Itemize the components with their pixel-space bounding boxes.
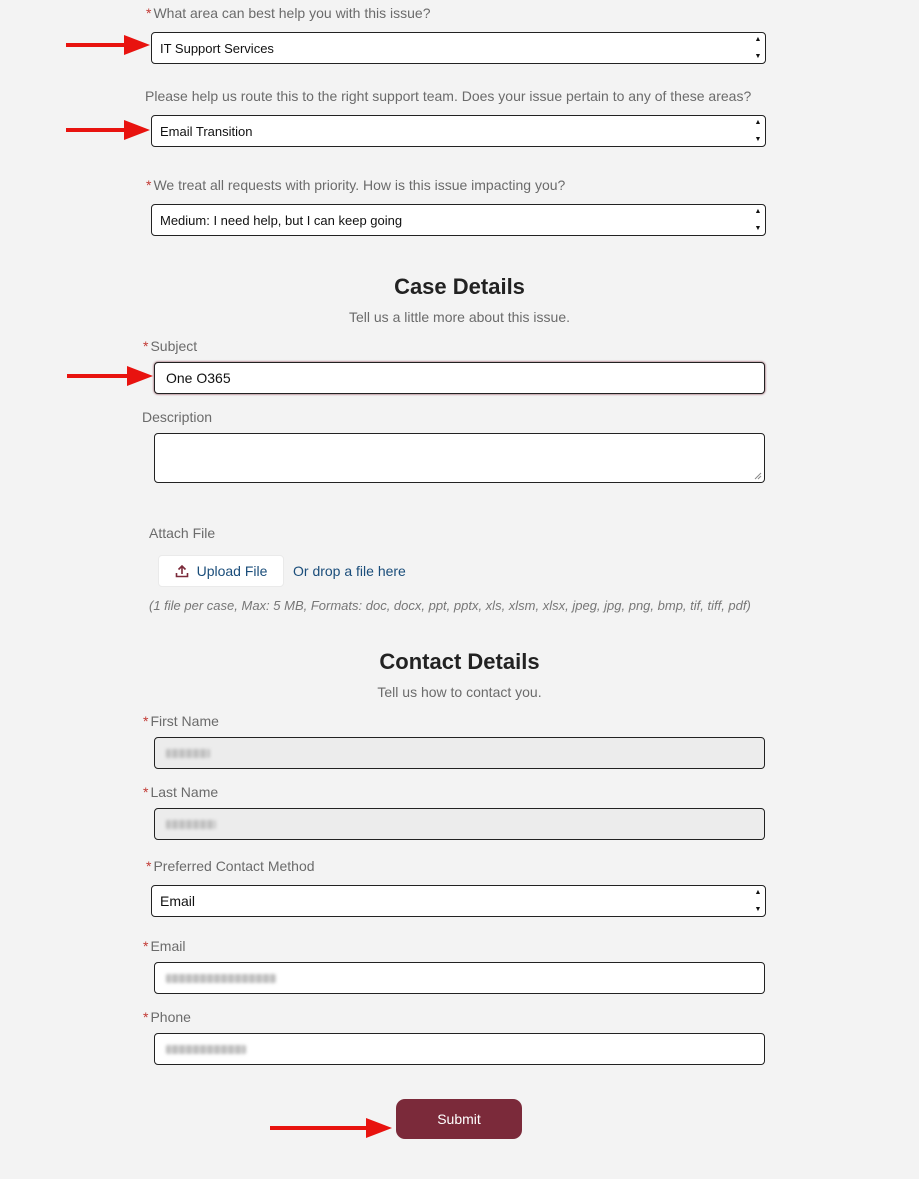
required-mark: * bbox=[146, 858, 152, 874]
annotation-arrow-submit bbox=[270, 1118, 392, 1138]
annotation-arrow-area bbox=[66, 35, 150, 55]
contact-method-select[interactable]: Email ▲ ▼ bbox=[151, 885, 766, 917]
subject-label-text: Subject bbox=[150, 338, 198, 354]
contact-details-heading: Contact Details bbox=[379, 649, 540, 674]
submit-button[interactable]: Submit bbox=[396, 1099, 522, 1139]
phone-label-text: Phone bbox=[150, 1009, 191, 1025]
case-details-subheading: Tell us a little more about this issue. bbox=[349, 309, 570, 325]
required-mark: * bbox=[143, 713, 149, 729]
resize-handle-icon[interactable] bbox=[754, 472, 762, 480]
priority-select[interactable]: Medium: I need help, but I can keep goin… bbox=[151, 204, 766, 236]
select-spinner-icon[interactable]: ▲ ▼ bbox=[754, 36, 762, 60]
area-label: * What area can best help you with this i… bbox=[146, 5, 431, 21]
required-mark: * bbox=[143, 784, 149, 800]
annotation-arrow-route bbox=[66, 120, 150, 140]
subject-input[interactable]: One O365 bbox=[154, 362, 765, 394]
attach-hint: (1 file per case, Max: 5 MB, Formats: do… bbox=[149, 598, 751, 613]
email-label: * Email bbox=[143, 938, 185, 954]
required-mark: * bbox=[143, 338, 149, 354]
area-select-value: IT Support Services bbox=[160, 40, 274, 56]
subject-input-value: One O365 bbox=[166, 370, 231, 386]
select-spinner-icon[interactable]: ▲ ▼ bbox=[754, 119, 762, 143]
redacted-value bbox=[166, 748, 210, 758]
select-spinner-icon[interactable]: ▲ ▼ bbox=[754, 889, 762, 913]
last-name-label: * Last Name bbox=[143, 784, 218, 800]
priority-label-text: We treat all requests with priority. How… bbox=[153, 177, 566, 193]
upload-file-label: Upload File bbox=[196, 563, 268, 579]
redacted-value bbox=[166, 973, 276, 983]
upload-icon bbox=[175, 564, 188, 578]
select-spinner-icon[interactable]: ▲ ▼ bbox=[754, 208, 762, 232]
last-name-label-text: Last Name bbox=[150, 784, 219, 800]
required-mark: * bbox=[146, 177, 152, 193]
priority-select-value: Medium: I need help, but I can keep goin… bbox=[160, 212, 403, 228]
required-mark: * bbox=[146, 5, 152, 21]
upload-file-button[interactable]: Upload File bbox=[158, 555, 284, 587]
contact-details-subheading: Tell us how to contact you. bbox=[377, 684, 542, 700]
description-textarea[interactable] bbox=[154, 433, 765, 483]
redacted-value bbox=[166, 819, 216, 829]
area-select[interactable]: IT Support Services ▲ ▼ bbox=[151, 32, 766, 64]
phone-input[interactable] bbox=[154, 1033, 765, 1065]
area-label-text: What area can best help you with this is… bbox=[153, 5, 431, 21]
first-name-input[interactable] bbox=[154, 737, 765, 769]
route-select[interactable]: Email Transition ▲ ▼ bbox=[151, 115, 766, 147]
email-input[interactable] bbox=[154, 962, 765, 994]
description-label: Description bbox=[142, 409, 213, 425]
required-mark: * bbox=[143, 1009, 149, 1025]
phone-label: * Phone bbox=[143, 1009, 191, 1025]
redacted-value bbox=[166, 1044, 246, 1054]
contact-method-value: Email bbox=[160, 893, 196, 909]
first-name-label-text: First Name bbox=[150, 713, 219, 729]
annotation-arrow-subject bbox=[67, 366, 153, 386]
required-mark: * bbox=[143, 938, 149, 954]
priority-label: * We treat all requests with priority. Ho… bbox=[146, 177, 565, 193]
case-details-heading: Case Details bbox=[394, 274, 525, 299]
first-name-label: * First Name bbox=[143, 713, 219, 729]
last-name-input[interactable] bbox=[154, 808, 765, 840]
contact-method-label-text: Preferred Contact Method bbox=[153, 858, 315, 874]
drop-file-text[interactable]: Or drop a file here bbox=[293, 563, 406, 579]
route-label: Please help us route this to the right s… bbox=[145, 88, 752, 104]
contact-method-label: * Preferred Contact Method bbox=[146, 858, 315, 874]
subject-label: * Subject bbox=[143, 338, 197, 354]
route-select-value: Email Transition bbox=[160, 123, 253, 139]
attach-label: Attach File bbox=[149, 525, 216, 541]
email-label-text: Email bbox=[150, 938, 186, 954]
